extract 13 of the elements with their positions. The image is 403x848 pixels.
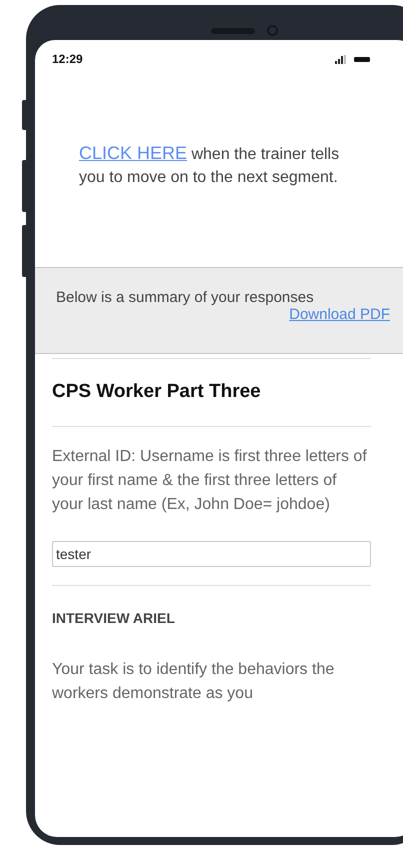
battery-icon (354, 56, 370, 62)
summary-text: Below is a summary of your responses (56, 289, 315, 306)
download-pdf-link[interactable]: Download PDF (289, 306, 390, 323)
question-text: External ID: Username is first three letters of your first name & the first three letters of your last name (Ex, John Doe= johdoe) (52, 447, 368, 515)
section-title: CPS Worker Part Three (52, 381, 262, 403)
camera-dot (267, 25, 278, 36)
signal-icon (335, 54, 346, 64)
instruction-text: CLICK HERE when the trainer tells you to move on to the next segment. (79, 142, 340, 188)
status-time: 12:29 (52, 52, 83, 66)
subsection-heading: INTERVIEW ARIEL (52, 610, 176, 626)
answer-field[interactable]: tester (52, 541, 371, 567)
task-text: Your task is to identify the behaviors the workers demonstrate as you (52, 660, 336, 704)
click-here-link[interactable]: CLICK HERE (79, 143, 188, 163)
